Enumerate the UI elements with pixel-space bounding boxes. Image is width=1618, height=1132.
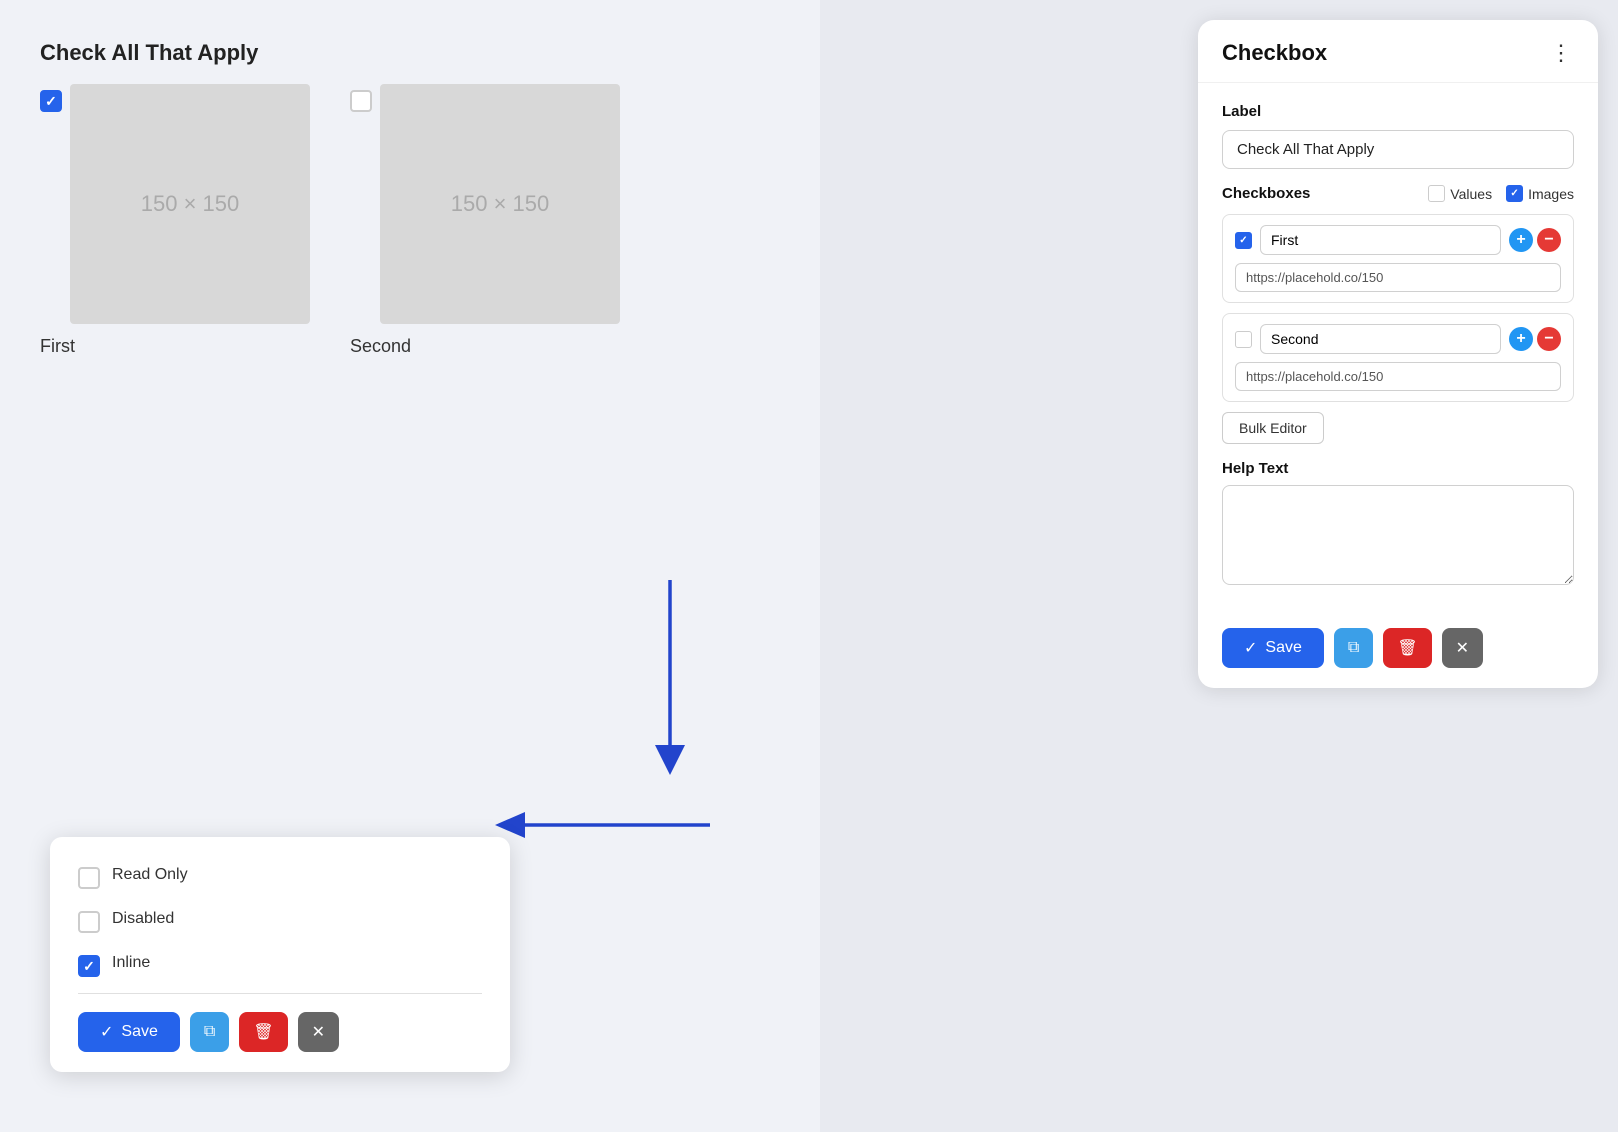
read-only-checkbox[interactable] (78, 867, 100, 889)
popup-cancel-button[interactable]: ✕ (298, 1012, 339, 1052)
first-item-inner: 150 × 150 (40, 84, 310, 324)
first-entry: + − (1222, 214, 1574, 303)
inline-checkbox[interactable] (78, 955, 100, 977)
first-entry-name-input[interactable] (1260, 225, 1501, 255)
save-check-icon: ✓ (1244, 638, 1257, 658)
arrow-down (650, 580, 690, 785)
trash-icon: 🗑 (253, 1024, 273, 1041)
right-panel: Checkbox ⋮ Label Checkboxes Values Image… (1198, 20, 1598, 688)
first-entry-url-input[interactable] (1235, 263, 1561, 292)
second-entry-url-input[interactable] (1235, 362, 1561, 391)
checkbox-images-row: 150 × 150 First 150 × 150 Second (40, 84, 780, 357)
inline-label: Inline (112, 954, 150, 972)
help-text-input[interactable] (1222, 485, 1574, 585)
first-caption: First (40, 336, 75, 357)
images-checkbox[interactable] (1506, 185, 1523, 202)
inline-row: Inline (78, 949, 482, 977)
panel-body: Label Checkboxes Values Images (1198, 83, 1598, 628)
popup-card: Read Only Disabled Inline ✓ Save ⧉ 🗑 (50, 837, 510, 1072)
bulk-editor-button[interactable]: Bulk Editor (1222, 412, 1324, 444)
popup-buttons: ✓ Save ⧉ 🗑 ✕ (78, 1012, 482, 1052)
second-entry-checkbox[interactable] (1235, 331, 1252, 348)
images-label: Images (1528, 186, 1574, 202)
close-icon: ✕ (312, 1024, 325, 1041)
checkboxes-section-heading: Checkboxes (1222, 185, 1310, 202)
second-caption: Second (350, 336, 411, 357)
images-toggle[interactable]: Images (1506, 185, 1574, 202)
first-entry-remove-button[interactable]: − (1537, 228, 1561, 252)
second-entry-remove-button[interactable]: − (1537, 327, 1561, 351)
second-entry-row: + − (1235, 324, 1561, 354)
popup-divider (78, 993, 482, 994)
disabled-checkbox[interactable] (78, 911, 100, 933)
read-only-row: Read Only (78, 861, 482, 889)
read-only-label: Read Only (112, 866, 188, 884)
popup-save-button[interactable]: ✓ Save (78, 1012, 180, 1052)
first-image-placeholder: 150 × 150 (70, 84, 310, 324)
field-label: Check All That Apply (40, 40, 780, 66)
copy-icon: ⧉ (204, 1023, 215, 1040)
second-item: 150 × 150 Second (350, 84, 620, 357)
second-checkbox[interactable] (350, 90, 372, 112)
help-text-heading: Help Text (1222, 460, 1574, 477)
panel-menu-icon[interactable]: ⋮ (1550, 42, 1574, 64)
panel-header: Checkbox ⋮ (1198, 20, 1598, 83)
first-entry-actions: + − (1509, 228, 1561, 252)
checkboxes-header: Checkboxes Values Images (1222, 185, 1574, 202)
panel-trash-icon: 🗑 (1397, 640, 1417, 657)
popup-delete-button[interactable]: 🗑 (239, 1012, 287, 1052)
first-entry-checkbox[interactable] (1235, 232, 1252, 249)
checkbox-entries-container: + − + − (1222, 214, 1574, 402)
second-entry-add-button[interactable]: + (1509, 327, 1533, 351)
second-entry: + − (1222, 313, 1574, 402)
popup-copy-button[interactable]: ⧉ (190, 1012, 229, 1052)
checkboxes-toggles: Values Images (1428, 185, 1574, 202)
label-input[interactable] (1222, 130, 1574, 169)
panel-close-icon: ✕ (1456, 640, 1469, 657)
check-icon: ✓ (100, 1022, 113, 1042)
panel-save-button[interactable]: ✓ Save (1222, 628, 1324, 668)
panel-copy-button[interactable]: ⧉ (1334, 628, 1373, 668)
panel-cancel-button[interactable]: ✕ (1442, 628, 1483, 668)
arrow-left (490, 810, 710, 845)
second-entry-actions: + − (1509, 327, 1561, 351)
values-label: Values (1450, 186, 1492, 202)
panel-delete-button[interactable]: 🗑 (1383, 628, 1431, 668)
panel-footer: ✓ Save ⧉ 🗑 ✕ (1198, 628, 1598, 688)
disabled-row: Disabled (78, 905, 482, 933)
first-checkbox[interactable] (40, 90, 62, 112)
second-entry-name-input[interactable] (1260, 324, 1501, 354)
first-entry-add-button[interactable]: + (1509, 228, 1533, 252)
disabled-label: Disabled (112, 910, 174, 928)
values-checkbox[interactable] (1428, 185, 1445, 202)
panel-title: Checkbox (1222, 40, 1327, 66)
panel-copy-icon: ⧉ (1348, 639, 1359, 656)
second-image-placeholder: 150 × 150 (380, 84, 620, 324)
first-entry-row: + − (1235, 225, 1561, 255)
values-toggle[interactable]: Values (1428, 185, 1492, 202)
label-section-heading: Label (1222, 103, 1574, 120)
canvas-area: Check All That Apply 150 × 150 First 150… (0, 0, 820, 1132)
second-item-inner: 150 × 150 (350, 84, 620, 324)
first-item: 150 × 150 First (40, 84, 310, 357)
